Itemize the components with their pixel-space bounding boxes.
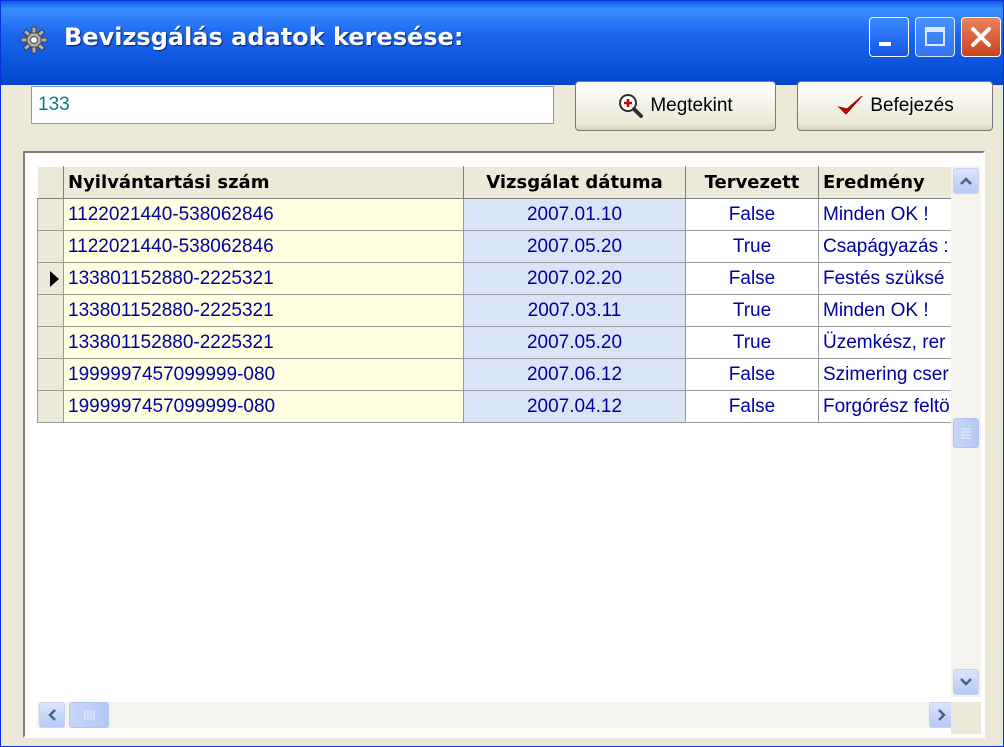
scroll-down-button[interactable]: [953, 669, 979, 695]
view-button-label: Megtekint: [650, 95, 733, 116]
column-header-date[interactable]: Vizsgálat dátuma: [463, 166, 686, 199]
title-bar[interactable]: Bevizsgálás adatok keresése:: [1, 1, 1003, 85]
maximize-icon: [925, 27, 945, 46]
vertical-scrollbar[interactable]: [951, 166, 981, 697]
column-header-planned[interactable]: Tervezett: [685, 166, 819, 199]
cell-result[interactable]: Minden OK !: [818, 294, 964, 327]
cell-id[interactable]: 133801152880-2225321: [63, 262, 464, 295]
header-row: Nyilvántartási szám Vizsgálat dátuma Ter…: [37, 166, 964, 199]
results-grid: Nyilvántartási szám Vizsgálat dátuma Ter…: [23, 151, 985, 738]
chevron-down-icon: [960, 678, 972, 686]
row-selector[interactable]: [37, 230, 64, 263]
cell-planned[interactable]: False: [685, 262, 819, 295]
cell-id[interactable]: 1999997457099999-080: [63, 390, 464, 423]
cell-id[interactable]: 1999997457099999-080: [63, 358, 464, 391]
cell-result[interactable]: Szimering cser: [818, 358, 964, 391]
table-row[interactable]: 133801152880-2225321 2007.02.20 False Festé…: [37, 262, 964, 295]
cell-date[interactable]: 2007.05.20: [463, 326, 686, 359]
table-row[interactable]: 133801152880-2225321 2007.03.11 True Minden…: [37, 294, 964, 327]
row-selector[interactable]: [37, 294, 64, 327]
cell-planned[interactable]: False: [685, 390, 819, 423]
table-row[interactable]: 1999997457099999-080 2007.04.12 False Forgó…: [37, 390, 964, 423]
table-row[interactable]: 133801152880-2225321 2007.05.20 True Üzemké…: [37, 326, 964, 359]
row-selector[interactable]: [37, 358, 64, 391]
magnifier-plus-icon: [619, 94, 644, 118]
results-table: Nyilvántartási szám Vizsgálat dátuma Ter…: [37, 166, 964, 423]
search-input[interactable]: [31, 86, 554, 124]
column-header-id[interactable]: Nyilvántartási szám: [63, 166, 464, 199]
cell-result[interactable]: Minden OK !: [818, 198, 964, 231]
cell-id[interactable]: 1122021440-538062846: [63, 198, 464, 231]
cell-result[interactable]: Üzemkész, rer: [818, 326, 964, 359]
cell-result[interactable]: Csapágyazás :: [818, 230, 964, 263]
finish-button[interactable]: Befejezés: [797, 81, 993, 131]
row-selector[interactable]: [37, 326, 64, 359]
table-row[interactable]: 1122021440-538062846 2007.01.10 False Minde…: [37, 198, 964, 231]
finish-button-label: Befejezés: [870, 95, 954, 116]
chevron-left-icon: [48, 709, 56, 721]
cell-planned[interactable]: False: [685, 198, 819, 231]
cell-id[interactable]: 133801152880-2225321: [63, 294, 464, 327]
cell-date[interactable]: 2007.05.20: [463, 230, 686, 263]
red-checkmark-icon: [837, 95, 863, 115]
cell-date[interactable]: 2007.06.12: [463, 358, 686, 391]
horizontal-scrollbar[interactable]: [37, 702, 957, 728]
minimize-icon: [879, 42, 891, 46]
cell-planned[interactable]: True: [685, 230, 819, 263]
minimize-button[interactable]: [869, 17, 909, 57]
view-button[interactable]: Megtekint: [575, 81, 776, 131]
results-table-body: 1122021440-538062846 2007.01.10 False Minde…: [37, 198, 964, 423]
cell-date[interactable]: 2007.01.10: [463, 198, 686, 231]
gear-icon: [20, 26, 48, 54]
cell-id[interactable]: 133801152880-2225321: [63, 326, 464, 359]
vertical-scroll-thumb[interactable]: [953, 418, 979, 448]
chevron-right-icon: [938, 709, 946, 721]
cell-result[interactable]: Festés szüksé: [818, 262, 964, 295]
row-selector[interactable]: [37, 262, 64, 295]
close-button[interactable]: [961, 17, 1001, 57]
cell-result[interactable]: Forgórész feltö: [818, 390, 964, 423]
close-icon: [971, 27, 991, 47]
scroll-up-button[interactable]: [953, 168, 979, 194]
scroll-left-button[interactable]: [39, 702, 65, 728]
maximize-button[interactable]: [915, 17, 955, 57]
row-selector[interactable]: [37, 198, 64, 231]
chevron-up-icon: [960, 177, 972, 185]
cell-planned[interactable]: False: [685, 358, 819, 391]
horizontal-scroll-thumb[interactable]: [69, 702, 109, 728]
cell-date[interactable]: 2007.02.20: [463, 262, 686, 295]
scrollbar-corner: [951, 702, 981, 734]
results-grid-viewport: Nyilvántartási szám Vizsgálat dátuma Ter…: [27, 155, 981, 734]
table-row[interactable]: 1122021440-538062846 2007.05.20 True Csapág…: [37, 230, 964, 263]
column-header-result[interactable]: Eredmény: [818, 166, 964, 199]
window-title: Bevizsgálás adatok keresése:: [64, 23, 464, 51]
current-row-arrow-icon: [50, 270, 59, 287]
grip-icon: [961, 428, 971, 439]
app-window: Bevizsgálás adatok keresése: Megtekint B…: [0, 0, 1004, 747]
cell-planned[interactable]: True: [685, 294, 819, 327]
cell-planned[interactable]: True: [685, 326, 819, 359]
row-selector[interactable]: [37, 390, 64, 423]
row-selector-header[interactable]: [37, 166, 64, 199]
cell-date[interactable]: 2007.04.12: [463, 390, 686, 423]
cell-date[interactable]: 2007.03.11: [463, 294, 686, 327]
grip-icon: [84, 710, 95, 720]
table-row[interactable]: 1999997457099999-080 2007.06.12 False Szime…: [37, 358, 964, 391]
cell-id[interactable]: 1122021440-538062846: [63, 230, 464, 263]
